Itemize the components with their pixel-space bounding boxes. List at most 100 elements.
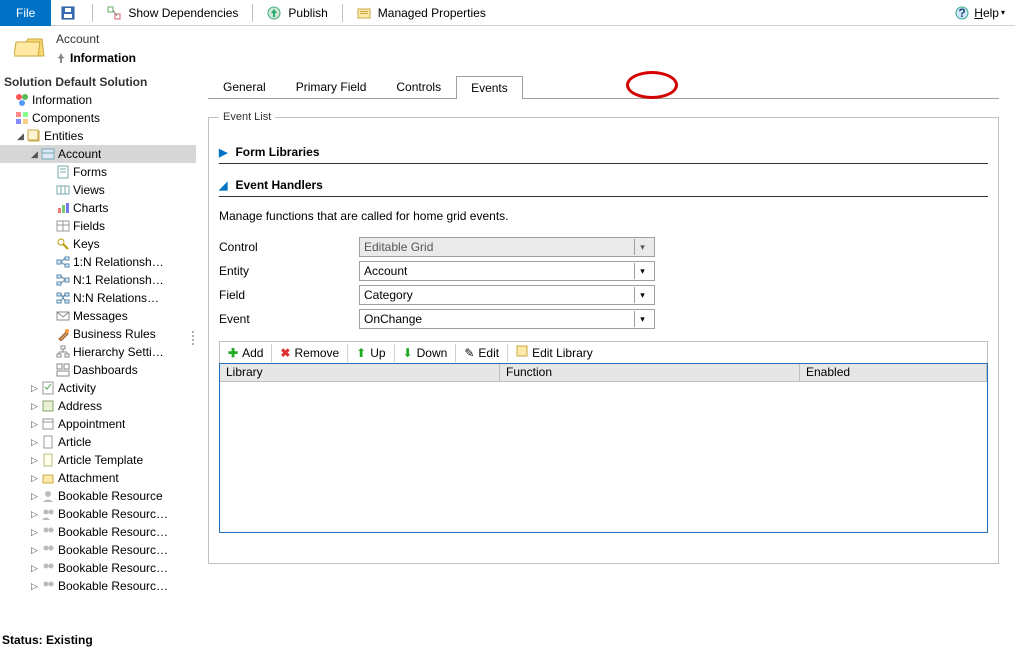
chevron-down-icon: ▾	[634, 311, 650, 327]
entity-icon	[41, 147, 55, 161]
tree-n1-rel[interactable]: N:1 Relationsh…	[0, 271, 196, 289]
field-label: Field	[219, 288, 359, 302]
save-button[interactable]	[51, 0, 88, 26]
tree-entities[interactable]: ◢Entities	[0, 127, 196, 145]
down-button[interactable]: ⬇Down	[395, 342, 456, 364]
tree-account[interactable]: ◢Account	[0, 145, 196, 163]
publish-icon	[267, 6, 281, 20]
content-pane: General Primary Field Controls Events Ev…	[196, 71, 1015, 601]
chevron-down-icon: ▾	[634, 263, 650, 279]
tree-activity[interactable]: ▷Activity	[0, 379, 196, 397]
plus-icon: ✚	[228, 346, 238, 360]
tree-bookable-2[interactable]: ▷Bookable Resourc…	[0, 505, 196, 523]
tree-article[interactable]: ▷Article	[0, 433, 196, 451]
people-icon	[41, 561, 55, 575]
charts-icon	[56, 201, 70, 215]
tree-components[interactable]: Components	[0, 109, 196, 127]
person-icon	[41, 489, 55, 503]
grid-toolbar: ✚Add ✖Remove ⬆Up ⬇Down ✎Edit Edit Librar…	[219, 341, 988, 363]
show-dependencies-button[interactable]: Show Dependencies	[97, 0, 248, 26]
chevron-down-icon: ▾	[634, 287, 650, 303]
edit-library-button[interactable]: Edit Library	[508, 342, 601, 364]
tree-article-template[interactable]: ▷Article Template	[0, 451, 196, 469]
annotation-circle	[626, 71, 678, 99]
solution-tree[interactable]: Information Components ◢Entities ◢Accoun…	[0, 91, 196, 595]
tree-bookable-1[interactable]: ▷Bookable Resource	[0, 487, 196, 505]
entities-icon	[27, 129, 41, 143]
dashboards-icon	[56, 363, 70, 377]
keys-icon	[56, 237, 70, 251]
entity-label: Entity	[219, 264, 359, 278]
tree-forms[interactable]: Forms	[0, 163, 196, 181]
fields-icon	[56, 219, 70, 233]
tree-bookable-4[interactable]: ▷Bookable Resourc…	[0, 541, 196, 559]
save-icon	[61, 6, 75, 20]
event-handlers-section: ◢ Event Handlers Manage functions that a…	[219, 174, 988, 533]
relationship-icon	[56, 291, 70, 305]
tree-views[interactable]: Views	[0, 181, 196, 199]
event-handlers-description: Manage functions that are called for hom…	[219, 209, 988, 223]
separator	[342, 4, 343, 22]
tree-nn-rel[interactable]: N:N Relations…	[0, 289, 196, 307]
tree-charts[interactable]: Charts	[0, 199, 196, 217]
tree-business-rules[interactable]: Business Rules	[0, 325, 196, 343]
breadcrumb: Account	[56, 32, 136, 46]
edit-button[interactable]: ✎Edit	[456, 342, 507, 364]
event-list-fieldset: Event List ▶ Form Libraries ◢ Event Hand…	[208, 111, 999, 564]
up-button[interactable]: ⬆Up	[348, 342, 393, 364]
tree-appointment[interactable]: ▷Appointment	[0, 415, 196, 433]
handlers-grid[interactable]: Library Function Enabled	[219, 363, 988, 533]
help-menu[interactable]: ? Help ▾	[945, 6, 1015, 20]
tab-strip: General Primary Field Controls Events	[208, 75, 999, 99]
managed-label: Managed Properties	[378, 6, 486, 20]
managed-properties-button[interactable]: Managed Properties	[347, 0, 496, 26]
dependencies-icon	[107, 6, 121, 20]
tree-dashboards[interactable]: Dashboards	[0, 361, 196, 379]
entity-icon	[41, 381, 55, 395]
col-library[interactable]: Library	[220, 364, 500, 381]
file-menu[interactable]: File	[0, 0, 51, 26]
arrow-down-icon: ⬇	[403, 346, 413, 360]
tree-fields[interactable]: Fields	[0, 217, 196, 235]
tree-information[interactable]: Information	[0, 91, 196, 109]
tab-events[interactable]: Events	[456, 76, 523, 99]
grid-body	[220, 382, 987, 532]
tree-attachment[interactable]: ▷Attachment	[0, 469, 196, 487]
event-label: Event	[219, 312, 359, 326]
field-select[interactable]: Category▾	[359, 285, 655, 305]
tree-bookable-3[interactable]: ▷Bookable Resourc…	[0, 523, 196, 541]
page-title: Information	[56, 46, 136, 67]
top-toolbar: File Show Dependencies Publish Managed P…	[0, 0, 1015, 26]
managed-icon	[357, 6, 371, 20]
event-handlers-header[interactable]: ◢ Event Handlers	[219, 174, 988, 197]
tree-hierarchy[interactable]: Hierarchy Setti…	[0, 343, 196, 361]
tree-messages[interactable]: Messages	[0, 307, 196, 325]
navigation-pane: Solution Default Solution Information Co…	[0, 71, 196, 601]
col-function[interactable]: Function	[500, 364, 800, 381]
entity-icon	[41, 471, 55, 485]
forms-icon	[56, 165, 70, 179]
tab-general[interactable]: General	[208, 75, 281, 98]
publish-button[interactable]: Publish	[257, 0, 337, 26]
remove-button[interactable]: ✖Remove	[272, 342, 347, 364]
add-button[interactable]: ✚Add	[220, 342, 271, 364]
page-header: Account Information	[0, 26, 1015, 71]
tab-controls[interactable]: Controls	[381, 75, 456, 98]
tree-address[interactable]: ▷Address	[0, 397, 196, 415]
rules-icon	[56, 327, 70, 341]
tree-bookable-5[interactable]: ▷Bookable Resourc…	[0, 559, 196, 577]
dropdown-caret-icon: ▾	[1001, 8, 1005, 17]
tree-bookable-6[interactable]: ▷Bookable Resourc…	[0, 577, 196, 595]
form-libraries-section: ▶ Form Libraries	[219, 141, 988, 164]
help-icon: ?	[955, 6, 969, 20]
form-libraries-header[interactable]: ▶ Form Libraries	[219, 141, 988, 164]
collapse-icon: ▶	[219, 146, 227, 159]
tab-primary-field[interactable]: Primary Field	[281, 75, 382, 98]
col-enabled[interactable]: Enabled	[800, 364, 987, 381]
messages-icon	[56, 309, 70, 323]
event-select[interactable]: OnChange▾	[359, 309, 655, 329]
entity-select[interactable]: Account▾	[359, 261, 655, 281]
tree-1n-rel[interactable]: 1:N Relationsh…	[0, 253, 196, 271]
tree-keys[interactable]: Keys	[0, 235, 196, 253]
fieldset-legend: Event List	[219, 111, 275, 123]
